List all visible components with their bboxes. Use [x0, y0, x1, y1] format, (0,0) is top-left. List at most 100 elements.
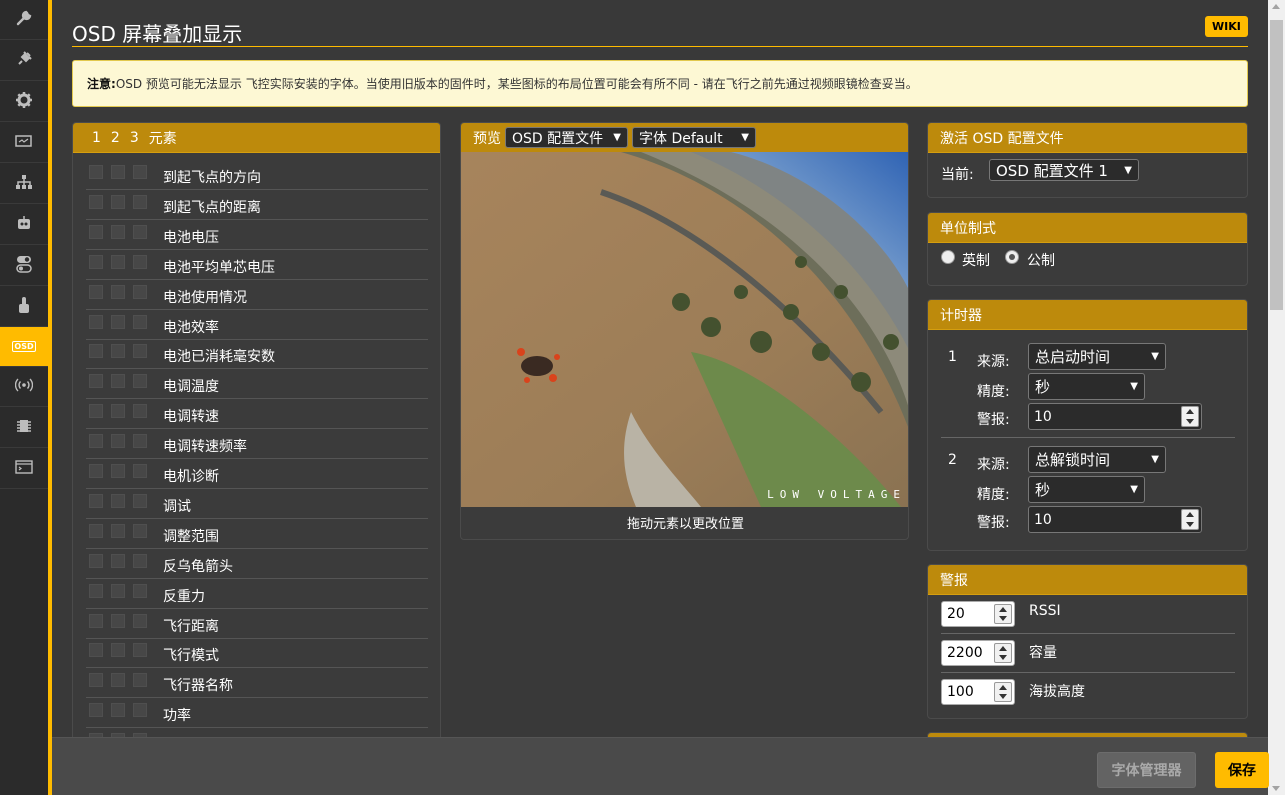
element-profile-3-checkbox[interactable]	[133, 284, 147, 299]
stepper-icon[interactable]	[1181, 406, 1199, 427]
element-profile-3-checkbox[interactable]	[133, 613, 147, 628]
element-profile-1-checkbox[interactable]	[89, 404, 103, 419]
font-select[interactable]: 字体 Default ▼	[632, 127, 756, 148]
element-profile-1-checkbox[interactable]	[89, 493, 103, 508]
pid-tab[interactable]	[0, 205, 48, 245]
active-profile-select[interactable]: OSD 配置文件 1 ▼	[989, 159, 1139, 181]
configuration-tab[interactable]	[0, 82, 48, 122]
stepper-icon[interactable]	[994, 643, 1012, 663]
element-profile-3-checkbox[interactable]	[133, 703, 147, 718]
element-profile-3-checkbox[interactable]	[133, 165, 147, 179]
element-profile-1-checkbox[interactable]	[89, 434, 103, 449]
element-profile-2-checkbox[interactable]	[111, 254, 125, 269]
setup-tab[interactable]	[0, 0, 48, 40]
element-profile-2-checkbox[interactable]	[111, 553, 125, 568]
element-profile-2-checkbox[interactable]	[111, 703, 125, 718]
element-profile-2-checkbox[interactable]	[111, 224, 125, 239]
element-profile-3-checkbox[interactable]	[133, 493, 147, 508]
element-profile-2-checkbox[interactable]	[111, 673, 125, 688]
alarm-input[interactable]: 100	[941, 679, 1015, 705]
stepper-icon[interactable]	[994, 682, 1012, 702]
element-profile-3-checkbox[interactable]	[133, 254, 147, 269]
element-profile-1-checkbox[interactable]	[89, 194, 103, 209]
stepper-icon[interactable]	[1181, 509, 1199, 530]
ports-tab[interactable]	[0, 41, 48, 81]
element-profile-3-checkbox[interactable]	[133, 344, 147, 359]
element-profile-2-checkbox[interactable]	[111, 374, 125, 389]
element-profile-3-checkbox[interactable]	[133, 404, 147, 419]
profile-2-column[interactable]: 2	[111, 130, 120, 146]
element-profile-3-checkbox[interactable]	[133, 434, 147, 449]
imperial-radio[interactable]	[941, 250, 955, 264]
element-profile-1-checkbox[interactable]	[89, 374, 103, 389]
element-profile-2-checkbox[interactable]	[111, 434, 125, 449]
power-tab[interactable]	[0, 123, 48, 163]
receiver-tab[interactable]	[0, 246, 48, 286]
element-profile-1-checkbox[interactable]	[89, 464, 103, 478]
save-button[interactable]: 保存	[1215, 752, 1269, 788]
element-profile-1-checkbox[interactable]	[89, 284, 103, 299]
element-profile-2-checkbox[interactable]	[111, 583, 125, 598]
alarm-input[interactable]: 2200	[941, 640, 1015, 666]
element-profile-1-checkbox[interactable]	[89, 314, 103, 329]
vtx-tab[interactable]	[0, 367, 48, 407]
cli-tab[interactable]	[0, 449, 48, 489]
element-profile-1-checkbox[interactable]	[89, 703, 103, 718]
element-profile-1-checkbox[interactable]	[89, 673, 103, 688]
element-profile-3-checkbox[interactable]	[133, 523, 147, 538]
element-profile-2-checkbox[interactable]	[111, 523, 125, 538]
profile-3-column[interactable]: 3	[130, 130, 139, 146]
element-profile-1-checkbox[interactable]	[89, 523, 103, 538]
font-manager-button[interactable]: 字体管理器	[1097, 752, 1196, 788]
element-profile-1-checkbox[interactable]	[89, 613, 103, 628]
element-profile-3-checkbox[interactable]	[133, 224, 147, 239]
element-profile-2-checkbox[interactable]	[111, 314, 125, 329]
timer-precision-select[interactable]: 秒 ▼	[1028, 476, 1145, 503]
element-profile-2-checkbox[interactable]	[111, 493, 125, 508]
scroll-down-icon[interactable]	[1272, 786, 1280, 791]
element-profile-1-checkbox[interactable]	[89, 643, 103, 658]
timer-source-select[interactable]: 总启动时间 ▼	[1028, 343, 1166, 370]
page-scrollbar[interactable]	[1268, 0, 1285, 795]
element-profile-1-checkbox[interactable]	[89, 254, 103, 269]
modes-tab[interactable]	[0, 287, 48, 327]
osd-tab[interactable]: OSD	[0, 327, 48, 367]
element-profile-2-checkbox[interactable]	[111, 404, 125, 419]
metric-radio[interactable]	[1005, 250, 1019, 264]
element-profile-1-checkbox[interactable]	[89, 583, 103, 598]
timer-alarm-input[interactable]: 10	[1028, 403, 1202, 430]
element-profile-3-checkbox[interactable]	[133, 643, 147, 658]
element-profile-1-checkbox[interactable]	[89, 224, 103, 239]
timer-precision-select[interactable]: 秒 ▼	[1028, 373, 1145, 400]
blackbox-tab[interactable]	[0, 408, 48, 448]
failsafe-tab[interactable]	[0, 164, 48, 204]
element-profile-3-checkbox[interactable]	[133, 464, 147, 478]
element-profile-3-checkbox[interactable]	[133, 194, 147, 209]
timer-source-select[interactable]: 总解锁时间 ▼	[1028, 446, 1166, 473]
timer-alarm-input[interactable]: 10	[1028, 506, 1202, 533]
element-profile-2-checkbox[interactable]	[111, 613, 125, 628]
osd-preview-image[interactable]: LOW VOLTAGE	[461, 152, 908, 507]
element-profile-2-checkbox[interactable]	[111, 643, 125, 658]
wiki-button[interactable]: WIKI	[1205, 16, 1248, 37]
alarm-input[interactable]: 20	[941, 601, 1015, 627]
element-profile-3-checkbox[interactable]	[133, 583, 147, 598]
element-profile-1-checkbox[interactable]	[89, 165, 103, 179]
scroll-up-icon[interactable]	[1272, 4, 1280, 9]
scroll-thumb[interactable]	[1270, 20, 1283, 310]
element-profile-3-checkbox[interactable]	[133, 553, 147, 568]
element-profile-2-checkbox[interactable]	[111, 165, 125, 179]
element-profile-2-checkbox[interactable]	[111, 344, 125, 359]
profile-1-column[interactable]: 1	[92, 130, 101, 146]
osd-low-voltage-warning[interactable]: LOW VOLTAGE	[767, 488, 906, 501]
element-profile-3-checkbox[interactable]	[133, 673, 147, 688]
stepper-icon[interactable]	[994, 604, 1012, 624]
element-profile-3-checkbox[interactable]	[133, 374, 147, 389]
element-profile-2-checkbox[interactable]	[111, 464, 125, 478]
element-profile-1-checkbox[interactable]	[89, 344, 103, 359]
element-profile-2-checkbox[interactable]	[111, 284, 125, 299]
preview-profile-select[interactable]: OSD 配置文件 3 ▼	[505, 127, 628, 148]
element-profile-3-checkbox[interactable]	[133, 314, 147, 329]
element-profile-2-checkbox[interactable]	[111, 194, 125, 209]
element-profile-1-checkbox[interactable]	[89, 553, 103, 568]
